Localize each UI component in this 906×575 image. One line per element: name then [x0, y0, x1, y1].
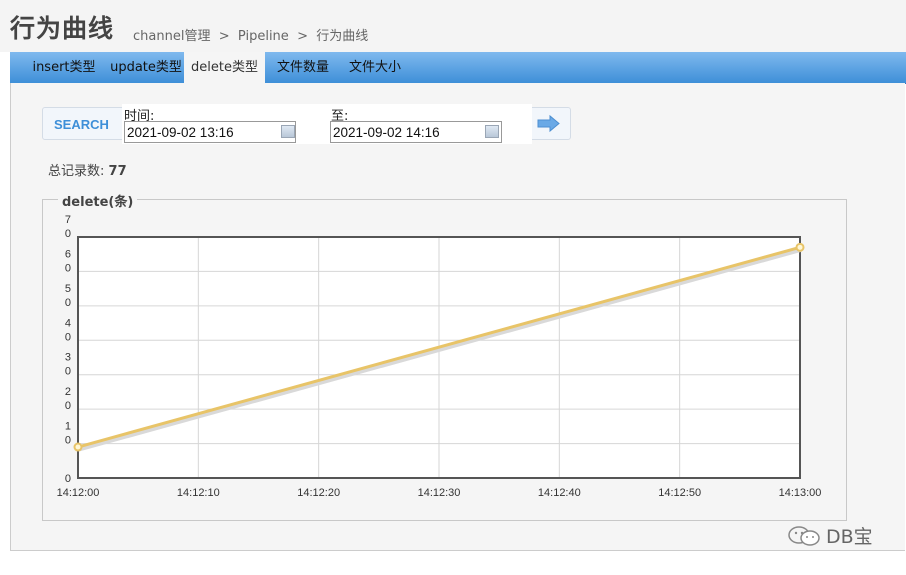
x-tick-label: 14:12:20 — [297, 487, 340, 499]
y-tick-label: 40 — [65, 317, 71, 343]
watermark-text: DB宝 — [826, 526, 873, 548]
data-point — [795, 242, 805, 252]
y-tick-label: 10 — [65, 421, 71, 447]
x-tick-label: 14:13:00 — [779, 487, 822, 499]
x-tick-label: 14:12:30 — [418, 487, 461, 499]
y-tick-label: 70 — [65, 214, 71, 240]
y-tick-label: 30 — [65, 352, 71, 378]
wechat-icon — [788, 526, 820, 546]
y-tick-label: 50 — [65, 283, 71, 309]
x-tick-label: 14:12:00 — [57, 487, 100, 499]
x-tick-label: 14:12:50 — [658, 487, 701, 499]
x-tick-label: 14:12:40 — [538, 487, 581, 499]
y-tick-label: 20 — [65, 386, 71, 412]
y-tick-label: 0 — [65, 473, 71, 485]
data-point — [73, 442, 83, 452]
x-tick-label: 14:12:10 — [177, 487, 220, 499]
delete-line-chart: 0 1 0 2 0 3 0 4 0 5 0 6 0 7 0 14:12:00 14:12:10 14:12:20 1… — [57, 214, 822, 499]
y-tick-label: 60 — [65, 248, 71, 274]
